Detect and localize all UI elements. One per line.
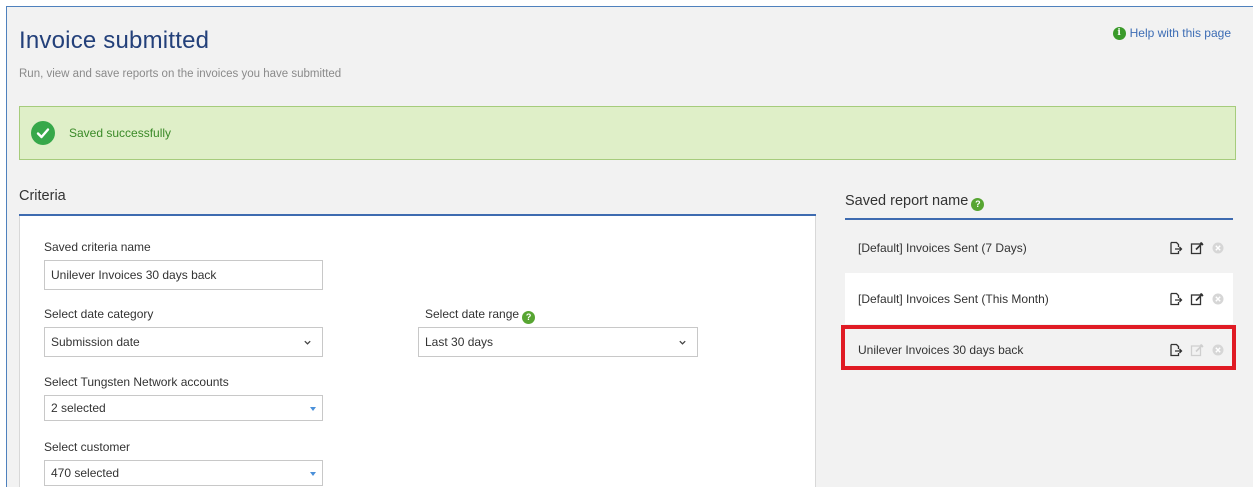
criteria-panel: Saved criteria name Unilever Invoices 30… [19, 216, 816, 487]
date-range-select[interactable]: Last 30 days [418, 327, 698, 357]
saved-report-item[interactable]: [Default] Invoices Sent (This Month) [845, 273, 1233, 324]
edit-icon[interactable] [1189, 240, 1205, 256]
saved-criteria-name-input[interactable]: Unilever Invoices 30 days back [44, 260, 323, 290]
edit-icon[interactable] [1189, 291, 1205, 307]
success-alert: Saved successfully [19, 106, 1236, 160]
help-question-icon[interactable]: ? [971, 197, 985, 211]
customer-multiselect[interactable]: 470 selected [44, 460, 323, 486]
date-range-value: Last 30 days [425, 335, 494, 349]
run-report-icon[interactable] [1168, 240, 1184, 256]
info-icon: i [1112, 26, 1126, 40]
accounts-multiselect[interactable]: 2 selected [44, 395, 323, 421]
date-category-label: Select date category [44, 307, 154, 321]
accounts-value: 2 selected [51, 401, 106, 415]
saved-report-actions [1168, 222, 1226, 273]
saved-criteria-name-label: Saved criteria name [44, 240, 151, 254]
alert-message: Saved successfully [69, 126, 172, 140]
customer-value: 470 selected [51, 466, 120, 480]
delete-icon[interactable] [1210, 291, 1226, 307]
saved-report-item[interactable]: [Default] Invoices Sent (7 Days) [845, 222, 1233, 273]
page-title: Invoice submitted [19, 27, 210, 54]
run-report-icon[interactable] [1168, 291, 1184, 307]
accounts-label: Select Tungsten Network accounts [44, 375, 229, 389]
help-link[interactable]: i Help with this page [1112, 26, 1231, 40]
annotation-highlight-box [841, 325, 1236, 370]
delete-icon[interactable] [1210, 240, 1226, 256]
saved-report-actions [1168, 273, 1226, 324]
saved-report-heading: Saved report name? [845, 193, 985, 211]
date-range-label-text: Select date range [425, 307, 520, 321]
date-category-value: Submission date [51, 335, 140, 349]
help-question-icon[interactable]: ? [522, 310, 536, 324]
date-category-select[interactable]: Submission date [44, 327, 323, 357]
chevron-down-icon [304, 340, 311, 345]
criteria-heading: Criteria [19, 188, 66, 204]
customer-label: Select customer [44, 440, 131, 454]
saved-report-divider [845, 218, 1233, 220]
dropdown-arrow-icon [310, 472, 316, 476]
chevron-down-icon [679, 340, 686, 345]
saved-report-heading-text: Saved report name [845, 193, 969, 209]
help-link-label: Help with this page [1129, 26, 1231, 40]
date-range-label: Select date range? [425, 307, 536, 324]
page-subtitle: Run, view and save reports on the invoic… [19, 68, 342, 80]
check-circle-icon [31, 121, 55, 145]
dropdown-arrow-icon [310, 407, 316, 411]
